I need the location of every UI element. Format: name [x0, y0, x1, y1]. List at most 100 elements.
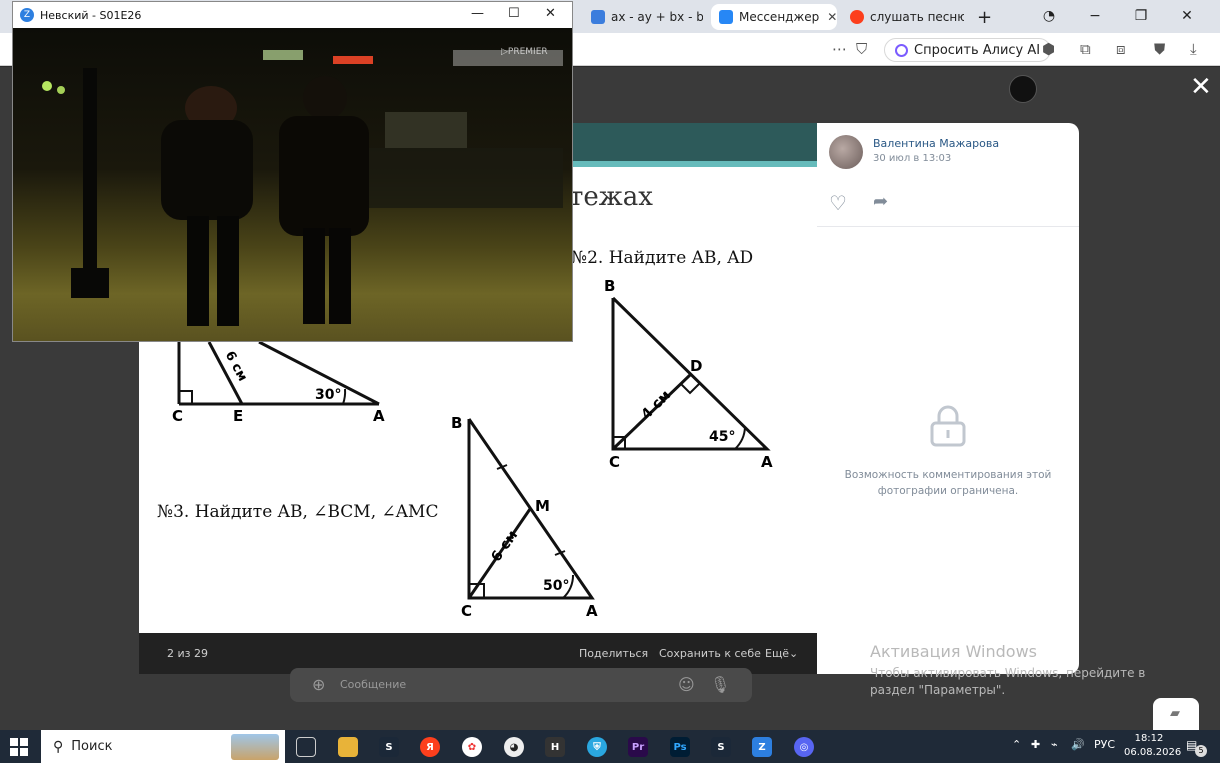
worksheet-heading: тежах: [569, 182, 653, 212]
close-window-icon[interactable]: ✕: [1164, 0, 1210, 31]
steam-icon[interactable]: S: [379, 737, 399, 757]
restore-icon[interactable]: ❐: [1118, 0, 1164, 31]
premiere-icon[interactable]: Pr: [628, 737, 648, 757]
windows-logo-icon: [10, 738, 28, 756]
extension-icon[interactable]: ⬢: [1042, 40, 1055, 58]
save-link[interactable]: Сохранить к себе: [659, 647, 761, 660]
network-icon[interactable]: ⌁: [1051, 738, 1058, 751]
close-tab-icon[interactable]: ✕: [819, 10, 837, 24]
video-frame[interactable]: ▷PREMIER: [13, 28, 572, 341]
language-indicator[interactable]: РУС: [1094, 738, 1115, 751]
user-avatar[interactable]: [1009, 75, 1037, 103]
lock-icon: [930, 405, 966, 447]
tab-favicon-icon: [719, 10, 733, 24]
more-dots-icon[interactable]: ⋯: [832, 40, 847, 58]
windows-activation-watermark: Активация Windows Чтобы активировать Win…: [870, 642, 1146, 697]
fig1-label-a: A: [373, 407, 385, 425]
video-title-bar[interactable]: Z Невский - S01E26 — ☐ ✕: [13, 2, 572, 28]
tab-favicon-icon: [850, 10, 864, 24]
player-app-icon: Z: [20, 8, 34, 22]
fig2-label-c: C: [609, 453, 620, 471]
fig2-side-label: 4 см: [638, 387, 674, 423]
triangle-3: [467, 418, 595, 600]
steam-2-icon[interactable]: S: [711, 737, 731, 757]
fig3-label-c: C: [461, 602, 472, 620]
search-highlight-image: [231, 734, 279, 760]
alice-icon: [895, 43, 908, 57]
fig2-label-b: B: [604, 277, 615, 295]
triangle-1: [177, 340, 380, 406]
minimize-icon[interactable]: —: [471, 6, 484, 21]
new-tab-button[interactable]: +: [969, 4, 993, 30]
attach-icon[interactable]: ⊕: [312, 675, 325, 694]
translate-icon[interactable]: ⧉: [1080, 40, 1091, 58]
maximize-icon[interactable]: ☐: [508, 6, 520, 21]
vpn-app-icon[interactable]: ⛨: [587, 737, 607, 757]
divider: [817, 226, 1079, 227]
author-avatar[interactable]: [829, 135, 863, 169]
bookmark-icon[interactable]: ⛉: [856, 40, 867, 58]
like-icon[interactable]: ♡: [829, 191, 847, 215]
microphone-icon[interactable]: 🎙: [710, 675, 730, 694]
tab-math[interactable]: ах - ay + bx - by -: [583, 4, 703, 30]
minimize-icon[interactable]: −: [1072, 0, 1118, 31]
chat-button[interactable]: ▰: [1153, 698, 1199, 732]
clock[interactable]: 18:12 06.08.2026: [1124, 732, 1181, 760]
notification-center[interactable]: ▤ 5: [1186, 738, 1207, 757]
tab-favicon-icon: [591, 10, 605, 24]
start-button[interactable]: [10, 738, 28, 756]
file-explorer-icon[interactable]: [338, 737, 358, 757]
post-date[interactable]: 30 июл в 13:03: [873, 153, 951, 164]
photo-counter: 2 из 29: [167, 647, 208, 660]
collections-icon[interactable]: ⧈: [1116, 40, 1126, 58]
search-icon: ⚲: [53, 738, 64, 755]
task-view-icon[interactable]: [296, 737, 316, 757]
fig3-angle-label: 50°: [543, 578, 569, 594]
video-player-window[interactable]: Z Невский - S01E26 — ☐ ✕ ▷PREMIER: [12, 1, 573, 342]
fig2-angle-label: 45°: [709, 429, 735, 445]
emoji-icon[interactable]: ☺: [678, 675, 695, 694]
tray-app-icon[interactable]: ✚: [1031, 738, 1040, 751]
fig3-label-a: A: [586, 602, 598, 620]
vpn-icon[interactable]: ⛊: [1154, 40, 1165, 58]
volume-icon[interactable]: 🔊: [1071, 738, 1085, 751]
more-link[interactable]: Ещё: [765, 647, 789, 660]
tab-messenger[interactable]: Мессенджер ✕: [711, 4, 837, 30]
chevron-up-icon[interactable]: ⌃: [1012, 738, 1021, 751]
taskbar-search[interactable]: ⚲ Поиск: [41, 730, 285, 763]
author-name[interactable]: Валентина Мажарова: [873, 137, 999, 150]
comments-restricted-text: Возможность комментирования этой фотогра…: [844, 469, 1052, 497]
photoshop-icon[interactable]: Ps: [670, 737, 690, 757]
chat-bubble-icon: ▰: [1170, 706, 1180, 721]
problem-3-text: №3. Найдите AB, ∠BCM, ∠AMC: [157, 502, 438, 522]
channel-watermark: ▷PREMIER: [501, 47, 548, 57]
share-link[interactable]: Поделиться: [579, 647, 648, 660]
fig1-side-label: 6 см: [222, 349, 250, 384]
fig3-label-b: B: [451, 414, 462, 432]
launcher-icon[interactable]: H: [545, 737, 565, 757]
yandex-browser-icon[interactable]: Я: [420, 737, 440, 757]
alice-ai-button[interactable]: Спросить Алису AI: [884, 38, 1052, 62]
fig3-label-m: M: [535, 497, 550, 515]
profile-icon[interactable]: ◔: [1026, 0, 1072, 31]
message-placeholder: Сообщение: [340, 678, 407, 691]
problem-2-text: №2. Найдите AB, AD: [571, 248, 753, 268]
fig3-side-label: 6 см: [488, 528, 521, 565]
footer-dot: ·: [754, 647, 758, 660]
fig1-angle-label: 30°: [315, 387, 341, 403]
notification-count: 5: [1195, 745, 1207, 757]
player-taskbar-icon[interactable]: Z: [752, 737, 772, 757]
media-app-icon[interactable]: ✿: [462, 737, 482, 757]
fig1-label-e: E: [233, 407, 243, 425]
fig2-label-d: D: [690, 357, 702, 375]
close-icon[interactable]: ✕: [545, 6, 556, 21]
photo-side-panel: Валентина Мажарова 30 июл в 13:03 ♡ ➦ Во…: [817, 123, 1079, 674]
share-icon[interactable]: ➦: [873, 191, 888, 212]
close-viewer-icon[interactable]: ✕: [1190, 72, 1212, 102]
message-input[interactable]: ⊕ Сообщение ☺ 🎙: [290, 668, 752, 702]
panda-app-icon[interactable]: ◕: [504, 737, 524, 757]
fig2-label-a: A: [761, 453, 773, 471]
discord-icon[interactable]: ◎: [794, 737, 814, 757]
download-icon[interactable]: ⤓: [1190, 40, 1197, 58]
tab-song[interactable]: слушать песню до: [842, 4, 964, 30]
